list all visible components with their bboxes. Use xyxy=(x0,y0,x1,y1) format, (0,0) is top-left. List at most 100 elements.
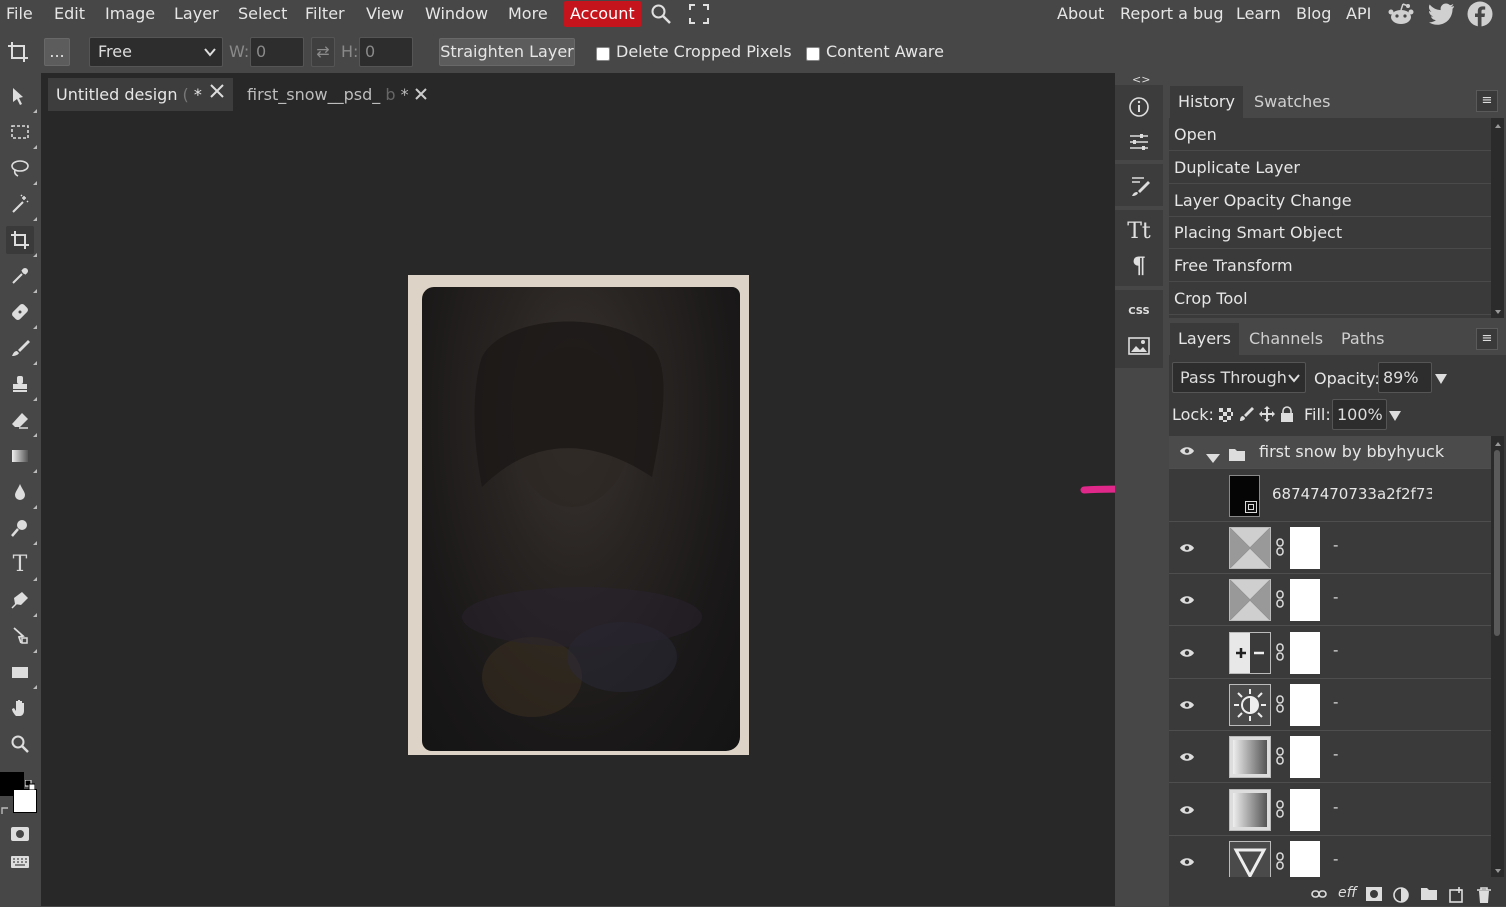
layer-row[interactable]: - xyxy=(1169,731,1491,784)
pen-tool-icon[interactable] xyxy=(6,586,37,617)
marquee-tool-icon[interactable] xyxy=(6,118,37,149)
layer-row[interactable]: - xyxy=(1169,522,1491,574)
chain-link-icon[interactable] xyxy=(1276,590,1284,612)
fill-dropdown-icon[interactable] xyxy=(1388,407,1402,426)
eye-icon[interactable] xyxy=(1179,856,1195,872)
delete-layer-icon[interactable] xyxy=(1477,887,1491,907)
menu-account[interactable]: Account xyxy=(564,1,641,27)
swap-dimensions-button[interactable]: ⇄ xyxy=(311,37,335,67)
dodge-tool-icon[interactable] xyxy=(6,514,37,545)
tab-channels[interactable]: Channels xyxy=(1241,323,1331,355)
layer-mask-thumbnail[interactable] xyxy=(1290,736,1320,779)
adjustments-icon[interactable] xyxy=(1115,124,1163,160)
blend-mode-select[interactable]: Pass Through xyxy=(1172,362,1306,393)
eye-icon[interactable] xyxy=(1179,699,1195,715)
healing-tool-icon[interactable] xyxy=(6,298,37,329)
search-icon[interactable] xyxy=(650,3,672,29)
eye-icon[interactable] xyxy=(1179,594,1195,610)
crop-tool-icon[interactable] xyxy=(6,226,37,257)
chain-link-icon[interactable] xyxy=(1276,852,1284,874)
image-icon[interactable] xyxy=(1115,328,1163,364)
crop-ratio-select[interactable]: Free xyxy=(89,37,223,67)
menu-more[interactable]: More xyxy=(507,0,549,28)
path-select-tool-icon[interactable] xyxy=(6,622,37,653)
opacity-dropdown-icon[interactable] xyxy=(1434,370,1448,389)
css-icon[interactable]: CSS xyxy=(1115,293,1163,329)
adjustment-layer-icon[interactable] xyxy=(1393,887,1409,907)
link-layers-icon[interactable] xyxy=(1311,887,1327,903)
link-blog[interactable]: Blog xyxy=(1295,0,1332,28)
layer-mask-thumbnail[interactable] xyxy=(1290,579,1320,622)
magic-wand-tool-icon[interactable] xyxy=(6,190,37,221)
move-tool-icon[interactable] xyxy=(6,82,37,113)
eye-icon[interactable] xyxy=(1179,542,1195,558)
document-canvas[interactable] xyxy=(408,275,749,755)
layer-effects-button[interactable]: eff xyxy=(1338,885,1357,901)
layer-row[interactable]: - xyxy=(1169,783,1491,836)
brush-tool-icon[interactable] xyxy=(6,334,37,365)
brush-settings-icon[interactable] xyxy=(1115,168,1163,204)
history-item[interactable]: Duplicate Layer xyxy=(1169,152,1491,184)
menu-layer[interactable]: Layer xyxy=(173,0,220,28)
eyedropper-tool-icon[interactable] xyxy=(6,262,37,293)
history-item[interactable]: Open xyxy=(1169,119,1491,151)
chain-link-icon[interactable] xyxy=(1276,747,1284,769)
layer-row[interactable]: - xyxy=(1169,678,1491,731)
chain-link-icon[interactable] xyxy=(1276,538,1284,560)
twitter-icon[interactable] xyxy=(1429,3,1455,29)
tab-untitled-design[interactable]: Untitled design ( * xyxy=(48,78,233,111)
tab-swatches[interactable]: Swatches xyxy=(1246,86,1338,118)
content-aware-checkbox[interactable] xyxy=(806,47,820,61)
tab-paths[interactable]: Paths xyxy=(1333,323,1392,355)
link-learn[interactable]: Learn xyxy=(1235,0,1282,28)
paragraph-icon[interactable]: ¶ xyxy=(1115,248,1163,284)
tab-history[interactable]: History xyxy=(1170,86,1243,118)
eye-icon[interactable] xyxy=(1179,445,1195,461)
chain-link-icon[interactable] xyxy=(1276,695,1284,717)
fill-input[interactable]: 100% xyxy=(1332,399,1387,430)
more-options-button[interactable]: ... xyxy=(44,38,70,66)
eye-icon[interactable] xyxy=(1179,751,1195,767)
link-api[interactable]: API xyxy=(1345,0,1372,28)
menu-filter[interactable]: Filter xyxy=(304,0,346,28)
hand-tool-icon[interactable] xyxy=(6,694,34,722)
layer-mask-thumbnail[interactable] xyxy=(1290,788,1320,831)
zoom-tool-icon[interactable] xyxy=(6,730,34,758)
new-layer-icon[interactable] xyxy=(1449,887,1465,907)
lock-transparency-icon[interactable] xyxy=(1219,407,1233,426)
shape-tool-icon[interactable] xyxy=(6,658,37,689)
fullscreen-icon[interactable] xyxy=(688,3,710,29)
link-report-bug[interactable]: Report a bug xyxy=(1119,0,1224,28)
layer-mask-thumbnail[interactable] xyxy=(1290,631,1320,674)
eye-icon[interactable] xyxy=(1179,804,1195,820)
reddit-icon[interactable] xyxy=(1388,2,1414,30)
menu-window[interactable]: Window xyxy=(424,0,489,28)
info-icon[interactable] xyxy=(1115,89,1163,125)
width-input[interactable]: 0 xyxy=(250,37,304,67)
history-scrollbar[interactable] xyxy=(1491,118,1504,318)
character-icon[interactable]: Tt xyxy=(1115,213,1163,249)
layer-group-row[interactable]: first snow by bbyhyuck xyxy=(1169,436,1491,469)
history-item[interactable]: Crop Tool xyxy=(1169,283,1491,315)
layer-mask-thumbnail[interactable] xyxy=(1290,527,1320,569)
add-mask-icon[interactable] xyxy=(1366,887,1382,905)
chain-link-icon[interactable] xyxy=(1276,642,1284,665)
chain-link-icon[interactable] xyxy=(1276,799,1284,822)
menu-view[interactable]: View xyxy=(365,0,405,28)
scroll-thumb[interactable] xyxy=(1494,450,1500,636)
stamp-tool-icon[interactable] xyxy=(6,370,37,401)
opacity-input[interactable]: 89% xyxy=(1378,362,1432,393)
eraser-tool-icon[interactable] xyxy=(6,406,37,437)
history-item[interactable]: Placing Smart Object xyxy=(1169,217,1491,249)
straighten-layer-button[interactable]: Straighten Layer xyxy=(439,38,575,66)
layer-mask-thumbnail[interactable] xyxy=(1290,683,1320,726)
history-item[interactable]: Free Transform xyxy=(1169,250,1491,282)
blur-tool-icon[interactable] xyxy=(6,478,37,509)
close-tab-icon[interactable] xyxy=(414,85,428,106)
close-tab-icon[interactable] xyxy=(209,83,225,104)
tab-layers[interactable]: Layers xyxy=(1170,323,1239,355)
lock-pixels-icon[interactable] xyxy=(1240,406,1254,426)
keyboard-icon[interactable] xyxy=(6,848,34,876)
menu-file[interactable]: File xyxy=(5,0,34,28)
eye-icon[interactable] xyxy=(1179,647,1195,663)
